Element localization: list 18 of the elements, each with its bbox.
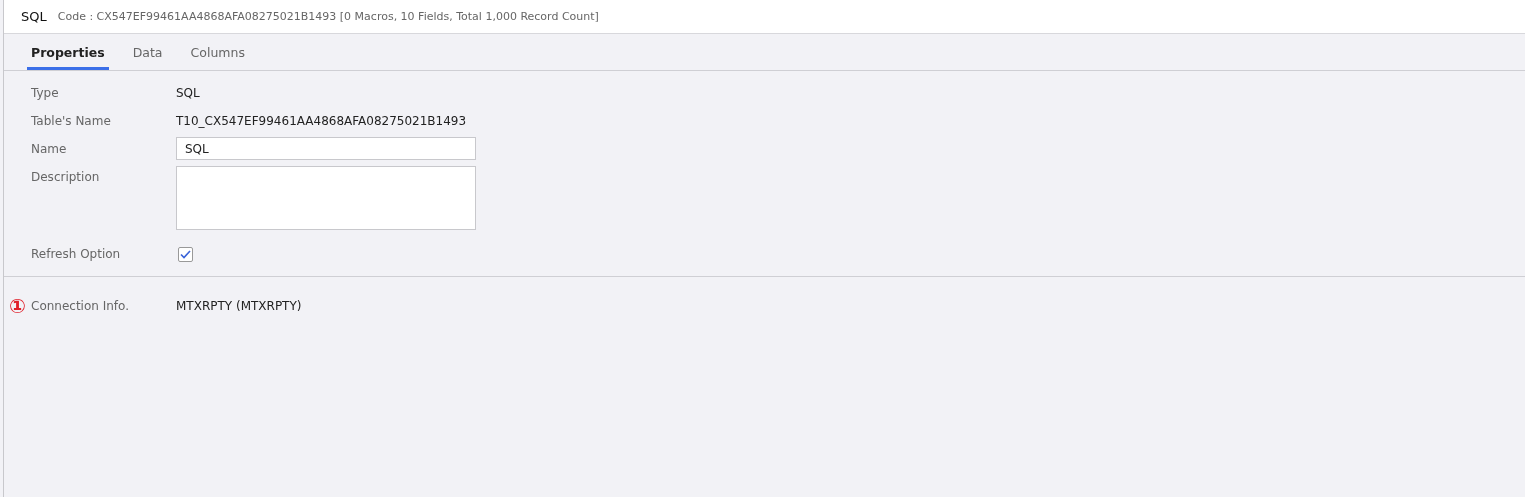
field-label: Type [31, 85, 60, 102]
description-field[interactable] [176, 166, 476, 230]
tab[interactable]: Data [128, 34, 167, 70]
field-label: Description [31, 169, 101, 186]
field-value: MTXRPTY (MTXRPTY) [176, 298, 302, 315]
tab[interactable]: Properties [27, 34, 109, 70]
tab[interactable]: Columns [186, 34, 249, 70]
field-label: Refresh Option [31, 246, 122, 263]
field-label: Table's Name [31, 113, 112, 130]
annotation-marker: ① [8, 295, 27, 317]
field-value: T10_CX547EF99461AA4868AFA08275021B1493 [176, 113, 467, 130]
header-title: SQL [21, 9, 47, 24]
field-label: Connection Info. [31, 298, 131, 315]
name-field[interactable]: SQL [176, 137, 476, 160]
field-label: Name [31, 141, 68, 158]
field-value: SQL [176, 85, 200, 102]
code-info: Code : CX547EF99461AA4868AFA08275021B1493 [0 Macros, 10 Fields, Total 1,000 Record Count] [57, 10, 599, 23]
checkbox[interactable] [178, 246, 193, 262]
